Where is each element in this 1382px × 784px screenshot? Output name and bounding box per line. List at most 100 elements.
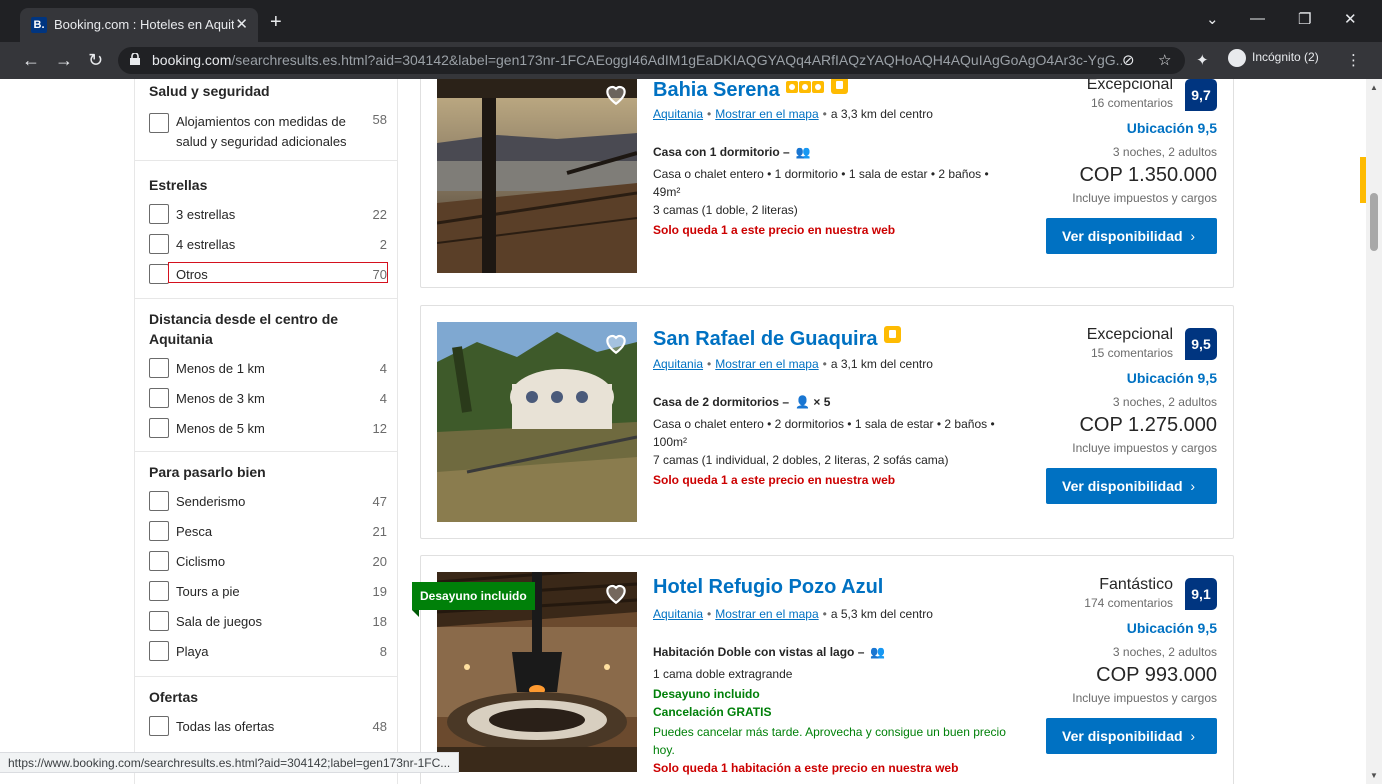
heart-icon[interactable] <box>603 330 629 356</box>
browser-tab[interactable]: B. Booking.com : Hoteles en Aquitania ✕ <box>20 8 258 42</box>
checkbox[interactable] <box>149 113 169 133</box>
extensions-icon[interactable]: ✦ <box>1196 51 1209 69</box>
review-score-badge[interactable]: 9,1 <box>1185 578 1217 610</box>
two-guests-icon: 👥 <box>795 145 811 159</box>
filter-option[interactable]: Alojamientos con medidas de salud y segu… <box>149 109 387 157</box>
checkbox[interactable] <box>149 204 169 224</box>
checkbox[interactable] <box>149 388 169 408</box>
property-photo[interactable] <box>437 322 637 522</box>
property-card: San Rafael de Guaquira Aquitania • Mostrar… <box>420 305 1234 539</box>
filter-count: 4 <box>379 391 387 406</box>
minimize-icon[interactable]: — <box>1250 10 1265 27</box>
review-score-badge[interactable]: 9,7 <box>1185 79 1217 111</box>
show-map-link[interactable]: Mostrar en el mapa <box>715 357 818 371</box>
scroll-down-icon[interactable]: ▼ <box>1370 771 1378 780</box>
checkbox[interactable] <box>149 611 169 631</box>
breakfast-included: Desayuno incluido <box>653 687 760 701</box>
heart-icon[interactable] <box>603 580 629 606</box>
filter-label: Otros <box>176 267 208 282</box>
tab-search-icon[interactable]: ⌄ <box>1206 10 1219 28</box>
region-link[interactable]: Aquitania <box>653 607 703 621</box>
checkbox[interactable] <box>149 418 169 438</box>
filter-count: 58 <box>372 112 387 127</box>
show-map-link[interactable]: Mostrar en el mapa <box>715 107 818 121</box>
page-scrollbar[interactable]: ▲ ▼ <box>1366 79 1382 784</box>
review-score-badge[interactable]: 9,5 <box>1185 328 1217 360</box>
tracking-off-icon[interactable]: ⊘ <box>1122 51 1135 69</box>
new-tab-icon[interactable]: + <box>270 11 282 34</box>
checkbox[interactable] <box>149 358 169 378</box>
see-availability-button[interactable]: Ver disponibilidad › <box>1046 218 1217 254</box>
filter-option[interactable]: Tours a pie 19 <box>149 577 387 607</box>
checkbox[interactable] <box>149 716 169 736</box>
filter-option[interactable]: Otros 70 <box>149 260 388 290</box>
filter-option[interactable]: Playa 8 <box>149 637 387 667</box>
restore-icon[interactable]: ❐ <box>1298 10 1311 28</box>
bed-details: 1 cama doble extragrande <box>653 667 793 681</box>
filter-count: 12 <box>372 421 387 436</box>
close-window-icon[interactable]: ✕ <box>1344 10 1357 28</box>
tab-title: Booking.com : Hoteles en Aquitania <box>54 17 234 32</box>
region-link[interactable]: Aquitania <box>653 107 703 121</box>
review-summary[interactable]: Excepcional 15 comentarios <box>1087 326 1173 360</box>
taxes-note: Incluye impuestos y cargos <box>1072 441 1217 455</box>
incognito-profile[interactable]: Incógnito (2) <box>1228 49 1319 67</box>
review-summary[interactable]: Excepcional 16 comentarios <box>1087 79 1173 110</box>
checkbox[interactable] <box>149 491 169 511</box>
reload-icon[interactable]: ↻ <box>88 50 103 71</box>
checkbox[interactable] <box>149 234 169 254</box>
distance-text: a 5,3 km del centro <box>830 607 933 621</box>
filter-group-deals: Ofertas Todas las ofertas 48 <box>135 677 397 757</box>
filter-label: 3 estrellas <box>176 207 236 222</box>
property-name-link[interactable]: Bahia Serena <box>653 79 848 102</box>
property-card: Bahia Serena Aquitania • Mostrar en el map… <box>420 79 1234 288</box>
scrollbar-thumb[interactable] <box>1370 193 1378 251</box>
filter-option[interactable]: Menos de 5 km 12 <box>149 414 387 444</box>
checkbox[interactable] <box>149 521 169 541</box>
incognito-icon <box>1228 49 1246 67</box>
region-link[interactable]: Aquitania <box>653 357 703 371</box>
star-rating-icon <box>785 79 825 99</box>
filter-option[interactable]: 4 estrellas 2 <box>149 230 387 260</box>
show-map-link[interactable]: Mostrar en el mapa <box>715 607 818 621</box>
chevron-right-icon: › <box>1190 228 1195 244</box>
property-photo[interactable] <box>437 79 637 273</box>
checkbox[interactable] <box>149 264 169 284</box>
price: COP 1.350.000 <box>1079 164 1217 186</box>
forward-icon[interactable]: → <box>55 50 73 71</box>
review-summary[interactable]: Fantástico 174 comentarios <box>1084 576 1173 610</box>
filter-heading: Distancia desde el centro de Aquitania <box>149 311 339 347</box>
filter-option[interactable]: Senderismo 47 <box>149 487 387 517</box>
filter-count: 21 <box>372 524 387 539</box>
filter-group-health: Salud y seguridad Alojamientos con medid… <box>135 79 397 161</box>
location-score: Ubicación 9,5 <box>1126 370 1217 386</box>
checkbox[interactable] <box>149 641 169 661</box>
chevron-right-icon: › <box>1190 728 1195 744</box>
browser-tab-strip: B. Booking.com : Hoteles en Aquitania ✕ … <box>0 0 1382 42</box>
bookmark-star-icon[interactable]: ☆ <box>1158 51 1171 69</box>
filter-option[interactable]: Ciclismo 20 <box>149 547 387 577</box>
menu-kebab-icon[interactable]: ⋮ <box>1346 51 1361 69</box>
scroll-up-icon[interactable]: ▲ <box>1370 83 1378 92</box>
see-availability-button[interactable]: Ver disponibilidad › <box>1046 718 1217 754</box>
taxes-note: Incluye impuestos y cargos <box>1072 191 1217 205</box>
filter-option[interactable]: 3 estrellas 22 <box>149 200 387 230</box>
back-icon[interactable]: ← <box>22 50 40 71</box>
filter-option[interactable]: Menos de 1 km 4 <box>149 354 387 384</box>
filter-option[interactable]: Sala de juegos 18 <box>149 607 387 637</box>
property-name-link[interactable]: Hotel Refugio Pozo Azul <box>653 576 883 599</box>
checkbox[interactable] <box>149 551 169 571</box>
address-bar[interactable]: booking.com/searchresults.es.html?aid=30… <box>118 47 1185 74</box>
filter-label: Ciclismo <box>176 554 226 569</box>
property-name-link[interactable]: San Rafael de Guaquira <box>653 326 901 351</box>
filter-option[interactable]: Pesca 21 <box>149 517 387 547</box>
filter-option[interactable]: Menos de 3 km 4 <box>149 384 387 414</box>
filter-count: 70 <box>372 267 387 282</box>
close-tab-icon[interactable]: ✕ <box>235 15 248 33</box>
filter-option[interactable]: Todas las ofertas 48 <box>149 712 387 742</box>
filter-label: Senderismo <box>176 494 246 509</box>
checkbox[interactable] <box>149 581 169 601</box>
stay-summary: 3 noches, 2 adultos <box>1112 145 1217 159</box>
see-availability-button[interactable]: Ver disponibilidad › <box>1046 468 1217 504</box>
heart-icon[interactable] <box>603 81 629 107</box>
